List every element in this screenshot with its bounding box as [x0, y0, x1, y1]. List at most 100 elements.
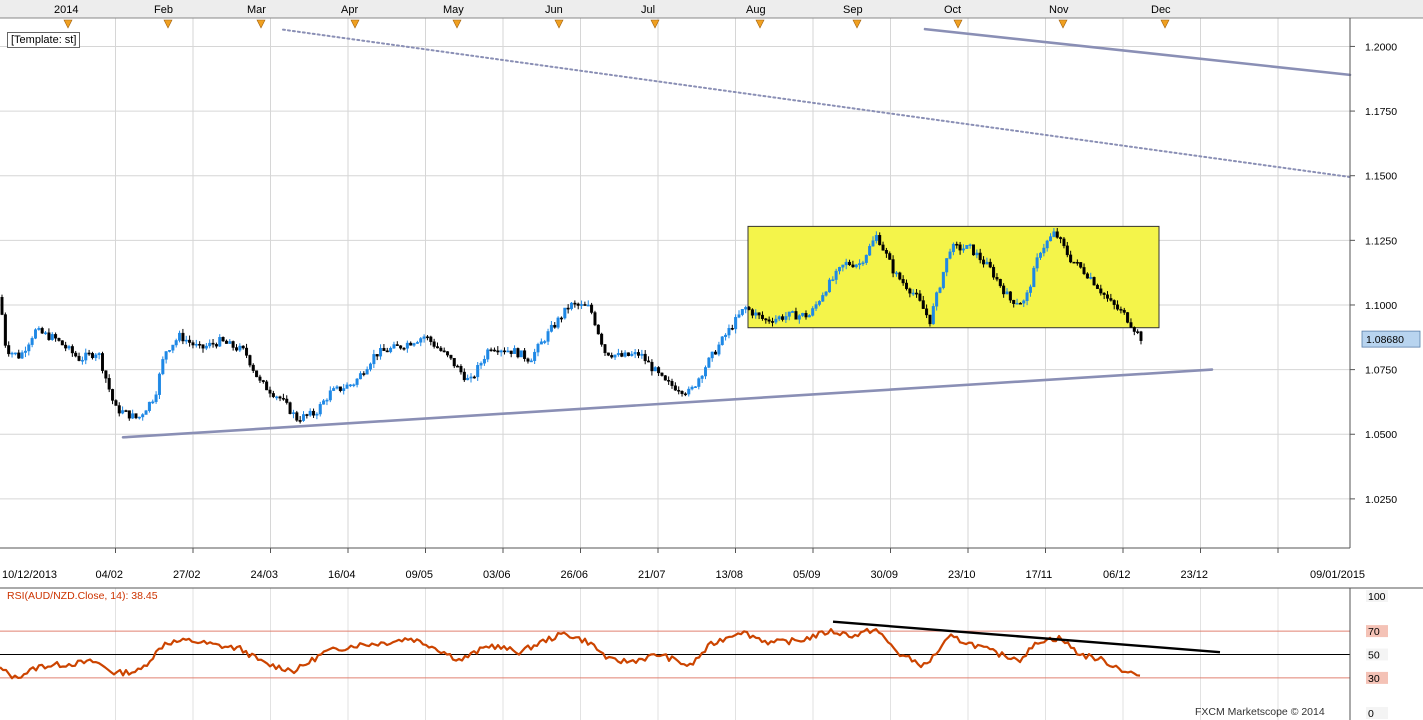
- candle-body[interactable]: [941, 271, 945, 289]
- candle-body[interactable]: [948, 251, 952, 259]
- candle-body[interactable]: [446, 351, 450, 356]
- candle-body[interactable]: [1082, 267, 1086, 274]
- rsi-indicator-title[interactable]: RSI(AUD/NZD.Close, 14): 38.45: [7, 590, 158, 602]
- candle-body[interactable]: [978, 252, 982, 261]
- candle-body[interactable]: [516, 348, 520, 358]
- candle-body[interactable]: [596, 324, 600, 335]
- candle-body[interactable]: [1005, 291, 1009, 295]
- candle-body[interactable]: [647, 360, 651, 363]
- candle-body[interactable]: [1059, 237, 1063, 240]
- candle-body[interactable]: [94, 354, 98, 359]
- candle-body[interactable]: [335, 386, 339, 389]
- candle-body[interactable]: [399, 345, 403, 349]
- candle-body[interactable]: [680, 391, 684, 394]
- candle-body[interactable]: [80, 359, 84, 362]
- candle-body[interactable]: [566, 307, 570, 310]
- candle-body[interactable]: [1045, 240, 1049, 249]
- candle-body[interactable]: [482, 359, 486, 364]
- candle-body[interactable]: [921, 300, 925, 309]
- candle-body[interactable]: [928, 314, 932, 325]
- candle-body[interactable]: [637, 352, 641, 356]
- candle-body[interactable]: [650, 361, 654, 372]
- candle-body[interactable]: [496, 350, 500, 353]
- candle-body[interactable]: [37, 328, 41, 330]
- candle-body[interactable]: [757, 312, 761, 316]
- candle-body[interactable]: [208, 342, 212, 347]
- candle-body[interactable]: [730, 328, 734, 330]
- candle-body[interactable]: [459, 366, 463, 373]
- candle-body[interactable]: [1052, 231, 1056, 237]
- candle-body[interactable]: [1122, 309, 1126, 313]
- candle-body[interactable]: [683, 393, 687, 396]
- candle-body[interactable]: [961, 248, 965, 251]
- candle-body[interactable]: [801, 312, 805, 316]
- candle-body[interactable]: [1038, 252, 1042, 258]
- candle-body[interactable]: [305, 414, 309, 416]
- candle-body[interactable]: [677, 389, 681, 392]
- candle-body[interactable]: [827, 279, 831, 293]
- candle-body[interactable]: [476, 365, 480, 378]
- candle-body[interactable]: [523, 350, 527, 359]
- candle-body[interactable]: [707, 357, 711, 368]
- candle-body[interactable]: [791, 311, 795, 313]
- candle-body[interactable]: [315, 413, 319, 416]
- candle-body[interactable]: [955, 243, 959, 246]
- candle-body[interactable]: [425, 336, 429, 339]
- candle-body[interactable]: [633, 352, 637, 355]
- candle-body[interactable]: [784, 316, 788, 320]
- candle-body[interactable]: [643, 353, 647, 362]
- candle-body[interactable]: [90, 353, 94, 359]
- candle-body[interactable]: [1015, 302, 1019, 305]
- candle-body[interactable]: [154, 394, 158, 402]
- candle-body[interactable]: [1105, 294, 1109, 299]
- candle-body[interactable]: [452, 357, 456, 367]
- candle-body[interactable]: [911, 292, 915, 295]
- candle-body[interactable]: [228, 341, 232, 344]
- candle-body[interactable]: [1032, 267, 1036, 288]
- candle-body[interactable]: [449, 354, 453, 359]
- candle-body[interactable]: [1072, 261, 1076, 264]
- candle-body[interactable]: [988, 261, 992, 268]
- candle-body[interactable]: [489, 349, 493, 352]
- candle-body[interactable]: [57, 338, 61, 341]
- candle-body[interactable]: [1136, 331, 1140, 333]
- candle-body[interactable]: [774, 318, 778, 323]
- candle-body[interactable]: [117, 405, 121, 414]
- candle-body[interactable]: [787, 311, 791, 317]
- candle-body[interactable]: [767, 319, 771, 322]
- candle-body[interactable]: [161, 359, 165, 375]
- candle-body[interactable]: [509, 350, 513, 354]
- candle-body[interactable]: [268, 389, 272, 394]
- candle-body[interactable]: [935, 292, 939, 307]
- candle-body[interactable]: [623, 352, 627, 357]
- candle-body[interactable]: [375, 354, 379, 357]
- candle-body[interactable]: [626, 352, 630, 356]
- candle-body[interactable]: [1002, 285, 1006, 295]
- candle-body[interactable]: [251, 364, 255, 371]
- candle-body[interactable]: [536, 343, 540, 353]
- candle-body[interactable]: [365, 369, 369, 375]
- candle-body[interactable]: [704, 367, 708, 377]
- candle-body[interactable]: [1055, 231, 1059, 238]
- candle-body[interactable]: [382, 348, 386, 351]
- candle-body[interactable]: [526, 358, 530, 362]
- candle-body[interactable]: [342, 388, 346, 391]
- price-trendlines[interactable]: [121, 27, 1352, 439]
- candle-body[interactable]: [70, 346, 74, 354]
- chart-canvas[interactable]: 1.0250 1.0500 1.0750 1.1000 1.1250 1.1500 1.17…: [0, 0, 1423, 720]
- candle-body[interactable]: [67, 346, 71, 349]
- candle-body[interactable]: [710, 351, 714, 359]
- candle-body[interactable]: [64, 344, 68, 349]
- candle-body[interactable]: [1099, 288, 1103, 294]
- candle-body[interactable]: [131, 413, 135, 419]
- candle-body[interactable]: [171, 344, 175, 351]
- candle-body[interactable]: [740, 309, 744, 315]
- candle-body[interactable]: [858, 263, 862, 266]
- candle-body[interactable]: [613, 354, 617, 358]
- candle-body[interactable]: [201, 344, 205, 349]
- candle-body[interactable]: [174, 340, 178, 346]
- candle-body[interactable]: [50, 334, 54, 340]
- candle-body[interactable]: [563, 307, 567, 319]
- candle-body[interactable]: [1028, 286, 1032, 293]
- candle-body[interactable]: [1075, 262, 1079, 264]
